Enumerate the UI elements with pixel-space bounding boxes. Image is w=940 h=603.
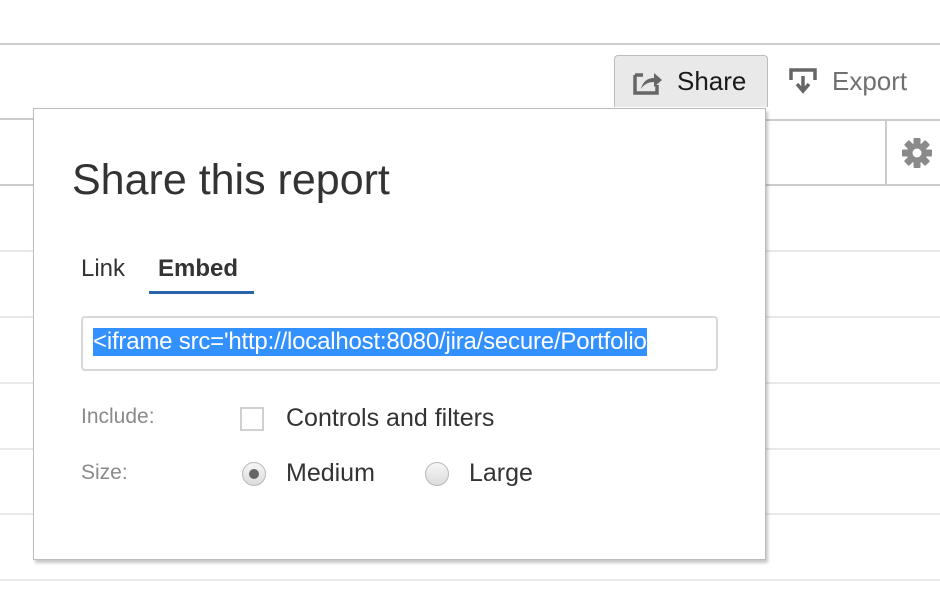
share-button[interactable]: Share (614, 55, 768, 107)
share-icon (633, 72, 662, 95)
controls-filters-label[interactable]: Controls and filters (286, 404, 494, 433)
size-large-radio[interactable] (425, 462, 449, 486)
table-header-bottom-border (0, 184, 34, 186)
table-border (0, 118, 34, 120)
table-column-divider (885, 121, 887, 184)
embed-code-field[interactable]: <iframe src='http://localhost:8080/jira/… (81, 316, 718, 371)
include-label: Include: (81, 405, 155, 428)
tab-embed[interactable]: Embed (158, 255, 238, 283)
table-header-top-border (766, 119, 940, 121)
embed-code-text: <iframe src='http://localhost:8080/jira/… (93, 328, 647, 356)
size-label: Size: (81, 461, 128, 484)
table-header-bottom-border (766, 184, 940, 186)
controls-filters-checkbox[interactable] (240, 407, 264, 431)
header-divider (0, 43, 940, 45)
export-button-label: Export (832, 65, 908, 96)
size-medium-label[interactable]: Medium (286, 459, 375, 488)
size-medium-radio[interactable] (242, 462, 266, 486)
active-tab-indicator (149, 291, 254, 294)
gear-icon[interactable] (900, 136, 934, 170)
size-large-label[interactable]: Large (469, 459, 533, 488)
export-icon (789, 68, 817, 94)
tab-link[interactable]: Link (81, 255, 125, 283)
dialog-title: Share this report (72, 156, 390, 204)
share-button-label: Share (677, 66, 747, 96)
export-button[interactable]: Export (788, 55, 907, 107)
share-dialog: Share this report Link Embed <iframe src… (33, 108, 766, 560)
table-row-divider (0, 579, 940, 581)
